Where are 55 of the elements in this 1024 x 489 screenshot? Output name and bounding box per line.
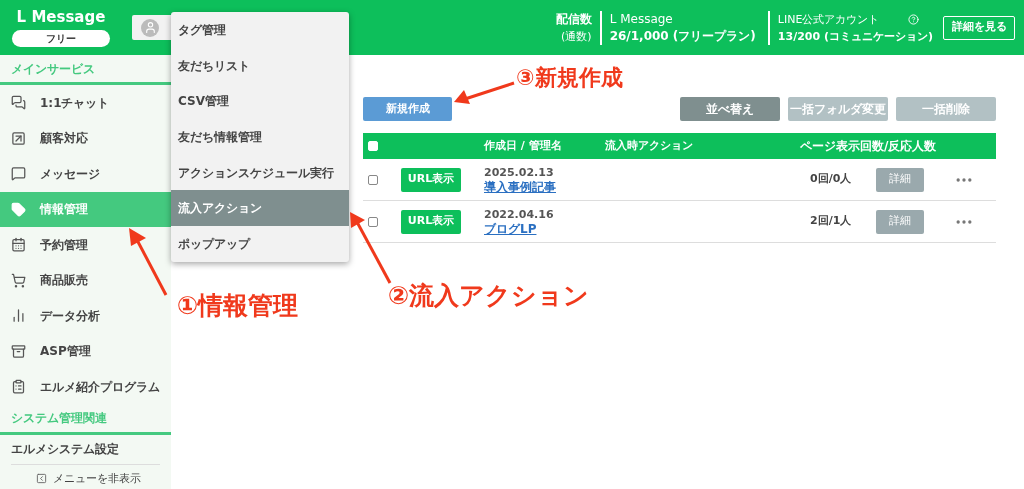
dropdown-item[interactable]: 友だちリスト [171,47,349,84]
column-header: 作成日 / 管理名 [484,137,563,154]
chat-bubbles-icon [11,95,26,111]
stats-sublabel: (通数) [561,28,592,45]
dropdown-item[interactable]: 友だち情報管理 [171,119,349,155]
section-title: システム管理関連 [11,410,107,427]
select-all-checkbox[interactable] [368,141,378,151]
sidebar-item[interactable]: データ分析 [0,298,171,334]
sidebar-item[interactable]: 商品販売 [0,262,171,298]
avatar-icon [141,18,159,37]
plan-badge: フリー [12,29,110,47]
page-name-link[interactable]: 導入事例記事 [484,179,556,195]
sidebar-item[interactable]: ASP管理 [0,333,171,369]
stats-label: 配信数 [555,10,592,28]
sidebar-item[interactable]: エルメ紹介プログラム [0,369,171,405]
calendar-icon [11,237,26,253]
dropdown-item[interactable]: タグ管理 [171,12,349,48]
lmessage-label: L Message [609,10,674,28]
dropdown-item[interactable]: アクションスケジュール実行 [171,154,349,191]
created-date: 2022.04.16 [484,206,555,222]
lmessage-count: 26/1,000 (フリープラン) [609,27,756,45]
annotation-arrow [127,226,169,298]
hide-menu-toggle[interactable]: メニューを非表示 [36,470,171,487]
view-count: 2回/1人 [810,213,853,230]
logo: L Message [16,8,106,27]
created-date: 2025.02.13 [484,164,555,180]
clipboard-icon [11,379,26,395]
annotation-text: ③新規作成 [516,64,623,92]
archive-icon [11,343,26,359]
sidebar-item[interactable]: メッセージ [0,156,171,192]
column-header: 流入時アクション [605,137,694,154]
message-icon [11,166,26,182]
sidebar-item[interactable]: 1:1チャット [0,85,171,121]
annotation-arrow [452,80,516,106]
line-account-count: 13/200 (コミュニケーション) [777,28,933,45]
annotation-text: ②流入アクション [388,280,590,312]
row-checkbox[interactable] [368,216,378,227]
settings-heading: エルメシステム設定 [11,441,119,458]
page-name-link[interactable]: ブログLP [484,221,537,237]
help-icon[interactable] [908,13,919,25]
dropdown-item[interactable]: ポップアップ [171,226,349,262]
dropdown-item[interactable]: CSV管理 [171,83,349,120]
row-checkbox[interactable] [368,174,378,185]
tag-icon [11,201,26,217]
collapse-icon [36,473,47,485]
bar-chart-icon [11,308,26,324]
column-header: ページ表示回数/反応人数 [800,138,937,155]
annotation-text: ①情報管理 [177,290,299,322]
sidebar-item[interactable]: 顧客対応 [0,120,171,156]
line-account-label: LINE公式アカウント [777,11,880,28]
view-count: 0回/0人 [810,171,853,188]
cart-icon [11,272,26,288]
section-title: メインサービス [11,60,95,78]
sidebar-item[interactable]: 予約管理 [0,227,171,263]
arrow-square-icon [11,130,26,146]
